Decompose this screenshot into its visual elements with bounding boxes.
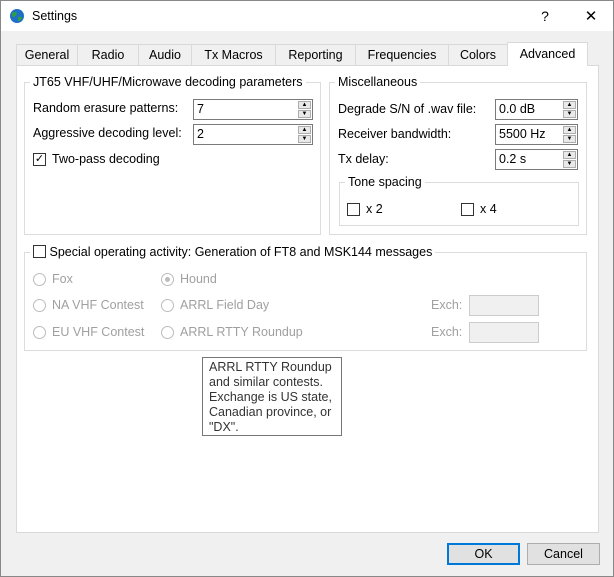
aggressive-level-label: Aggressive decoding level: — [33, 126, 182, 140]
tab-frequencies[interactable]: Frequencies — [355, 44, 449, 65]
x2-checkbox[interactable] — [347, 203, 360, 216]
cancel-button[interactable]: Cancel — [527, 543, 600, 565]
title-bar: Settings ? ✕ — [0, 0, 614, 31]
exch-label: Exch: — [431, 325, 463, 339]
spin-down-icon[interactable]: ▼ — [563, 135, 576, 143]
ok-button[interactable]: OK — [447, 543, 520, 565]
tab-advanced[interactable]: Advanced — [507, 42, 588, 66]
tab-radio[interactable]: Radio — [77, 44, 139, 65]
eu-vhf-contest-label: EU VHF Contest — [52, 325, 145, 339]
tx-delay-value: 0.2 s — [499, 152, 527, 166]
arrl-rtty-roundup-radio[interactable] — [161, 326, 174, 339]
spin-up-icon[interactable]: ▲ — [298, 126, 311, 134]
tooltip: ARRL RTTY Roundup and similar contests. … — [202, 357, 342, 436]
exch-label: Exch: — [431, 298, 463, 312]
tone-spacing-title: Tone spacing — [345, 175, 425, 189]
special-activity-label: Special operating activity: Generation o… — [49, 245, 433, 259]
help-button[interactable]: ? — [522, 1, 568, 32]
spin-down-icon[interactable]: ▼ — [563, 110, 576, 118]
fox-label: Fox — [52, 272, 73, 286]
close-button[interactable]: ✕ — [568, 1, 614, 32]
aggressive-level-spinbox[interactable]: 2 ▲ ▼ — [193, 124, 313, 145]
two-pass-checkbox[interactable]: ✓ — [33, 153, 46, 166]
bandwidth-label: Receiver bandwidth: — [338, 127, 452, 141]
special-activity-title: Special operating activity: Generation o… — [30, 245, 436, 259]
exch-input[interactable] — [469, 322, 539, 343]
bandwidth-value: 5500 Hz — [499, 127, 546, 141]
bandwidth-spinbox[interactable]: 5500 Hz ▲ ▼ — [495, 124, 578, 145]
misc-group-title: Miscellaneous — [335, 75, 421, 89]
spin-down-icon[interactable]: ▼ — [298, 135, 311, 143]
hound-label: Hound — [180, 272, 217, 286]
spin-up-icon[interactable]: ▲ — [298, 101, 311, 109]
tab-audio[interactable]: Audio — [138, 44, 192, 65]
jt65-group-title: JT65 VHF/UHF/Microwave decoding paramete… — [30, 75, 306, 89]
tab-tx-macros[interactable]: Tx Macros — [191, 44, 276, 65]
x2-label: x 2 — [366, 202, 383, 216]
na-vhf-contest-label: NA VHF Contest — [52, 298, 144, 312]
two-pass-label: Two-pass decoding — [52, 152, 160, 166]
na-vhf-contest-radio[interactable] — [33, 299, 46, 312]
tab-reporting[interactable]: Reporting — [275, 44, 356, 65]
arrl-rtty-roundup-label: ARRL RTTY Roundup — [180, 325, 303, 339]
random-erasure-value: 7 — [197, 102, 204, 116]
special-activity-checkbox[interactable] — [33, 245, 46, 258]
window-title: Settings — [32, 9, 78, 23]
degrade-spinbox[interactable]: 0.0 dB ▲ ▼ — [495, 99, 578, 120]
fox-radio[interactable] — [33, 273, 46, 286]
tx-delay-spinbox[interactable]: 0.2 s ▲ ▼ — [495, 149, 578, 170]
spin-up-icon[interactable]: ▲ — [563, 126, 576, 134]
arrl-field-day-radio[interactable] — [161, 299, 174, 312]
aggressive-level-value: 2 — [197, 127, 204, 141]
globe-app-icon — [10, 9, 24, 23]
x4-label: x 4 — [480, 202, 497, 216]
tab-general[interactable]: General — [16, 44, 78, 65]
eu-vhf-contest-radio[interactable] — [33, 326, 46, 339]
degrade-value: 0.0 dB — [499, 102, 536, 116]
spin-down-icon[interactable]: ▼ — [298, 110, 311, 118]
x4-checkbox[interactable] — [461, 203, 474, 216]
random-erasure-label: Random erasure patterns: — [33, 101, 179, 115]
hound-radio[interactable] — [161, 273, 174, 286]
spin-down-icon[interactable]: ▼ — [563, 160, 576, 168]
arrl-field-day-label: ARRL Field Day — [180, 298, 270, 312]
random-erasure-spinbox[interactable]: 7 ▲ ▼ — [193, 99, 313, 120]
spin-up-icon[interactable]: ▲ — [563, 101, 576, 109]
spin-up-icon[interactable]: ▲ — [563, 151, 576, 159]
tx-delay-label: Tx delay: — [338, 152, 389, 166]
exch-input[interactable] — [469, 295, 539, 316]
tab-colors[interactable]: Colors — [448, 44, 508, 65]
degrade-label: Degrade S/N of .wav file: — [338, 102, 477, 116]
